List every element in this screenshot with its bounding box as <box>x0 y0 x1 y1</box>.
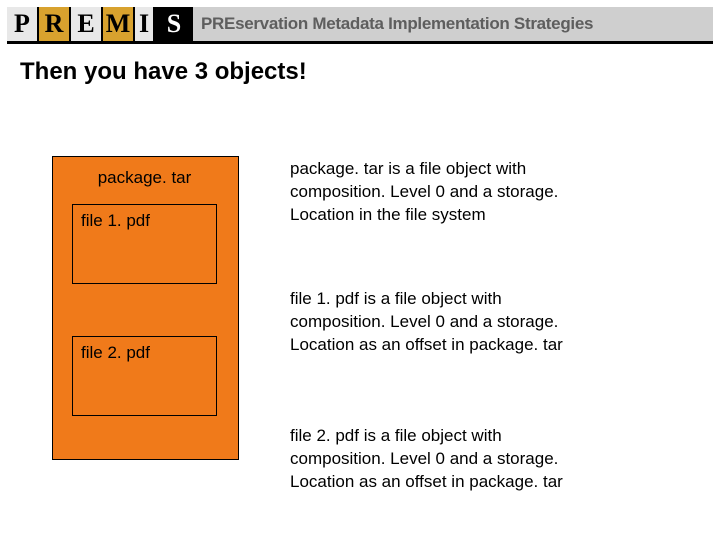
package-label: package. tar <box>52 168 237 188</box>
description-file2: file 2. pdf is a file object with compos… <box>290 425 590 494</box>
header-title: PREservation Metadata Implementation Str… <box>193 7 713 41</box>
slide-heading: Then you have 3 objects! <box>20 58 307 86</box>
premis-logo: P R E M I S <box>7 7 193 41</box>
logo-letter-m: M <box>103 7 133 41</box>
logo-letter-p: P <box>7 7 37 41</box>
header-title-prefix: PRE <box>201 14 235 34</box>
description-package: package. tar is a file object with compo… <box>290 158 590 227</box>
file1-box: file 1. pdf <box>72 204 217 284</box>
logo-letter-i: I <box>135 7 153 41</box>
file2-box: file 2. pdf <box>72 336 217 416</box>
header-title-rest: servation Metadata Implementation Strate… <box>235 14 593 34</box>
logo-letter-r: R <box>39 7 69 41</box>
header-bar: P R E M I S PREservation Metadata Implem… <box>7 7 713 44</box>
logo-letter-e: E <box>71 7 101 41</box>
logo-letter-s: S <box>155 7 193 41</box>
description-file1: file 1. pdf is a file object with compos… <box>290 288 590 357</box>
